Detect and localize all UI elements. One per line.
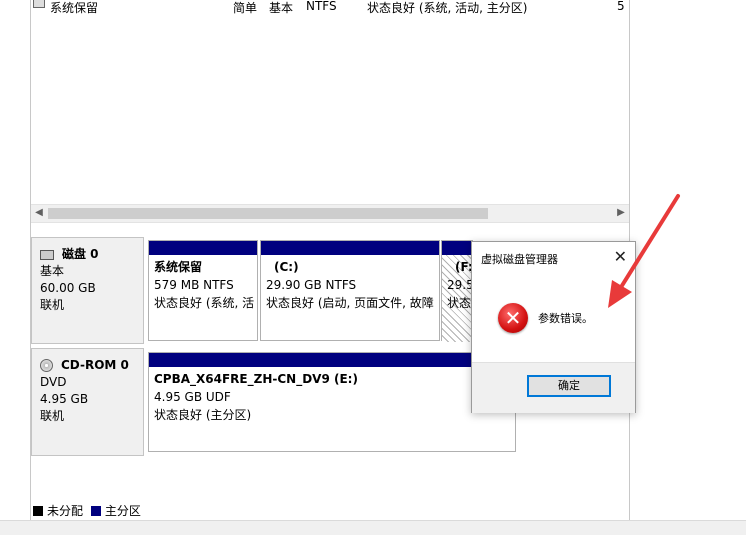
partition-title: (F: bbox=[455, 260, 472, 274]
partition-size: 29.90 GB NTFS bbox=[266, 278, 357, 292]
primary-partition-bar bbox=[261, 241, 439, 255]
partition-e[interactable]: CPBA_X64FRE_ZH-CN_DV9 (E:) 4.95 GB UDF 状… bbox=[148, 352, 516, 452]
row-status: 状态良好 (系统, 活动, 主分区) bbox=[367, 1, 528, 15]
disk-size: 60.00 GB bbox=[40, 281, 96, 295]
dialog-footer: 确定 bbox=[472, 362, 635, 413]
legend-primary: 主分区 bbox=[104, 504, 141, 518]
scroll-thumb[interactable] bbox=[48, 208, 488, 219]
row-truncated: 5 bbox=[617, 0, 625, 13]
primary-partition-bar bbox=[149, 241, 257, 255]
disk-state: 联机 bbox=[40, 409, 65, 423]
disk-name: 磁盘 0 bbox=[62, 247, 99, 261]
partition-f[interactable]: (F: 29.5 状态 bbox=[441, 240, 473, 342]
dialog-title: 虚拟磁盘管理器 bbox=[481, 253, 558, 266]
disk-name: CD-ROM 0 bbox=[61, 358, 129, 372]
partition-status: 状态良好 (主分区) bbox=[154, 408, 252, 422]
partition-status: 状态良好 (系统, 活 bbox=[154, 296, 255, 310]
row-type: 基本 bbox=[269, 1, 294, 15]
row-fs: NTFS bbox=[306, 0, 337, 13]
arrow-shaft bbox=[616, 194, 680, 294]
red-arrow-annotation bbox=[608, 194, 680, 308]
primary-swatch bbox=[90, 506, 101, 516]
horizontal-scrollbar[interactable]: ◀ ▶ bbox=[31, 204, 629, 223]
disk-kind: DVD bbox=[40, 375, 67, 389]
cdrom-0-label[interactable]: CD-ROM 0 DVD 4.95 GB 联机 bbox=[31, 348, 144, 456]
legend: 未分配 主分区 bbox=[33, 502, 141, 518]
disk-kind: 基本 bbox=[40, 264, 65, 278]
dialog-message: 参数错误。 bbox=[538, 312, 593, 325]
arrow-head bbox=[608, 280, 632, 308]
primary-partition-bar bbox=[149, 353, 515, 367]
hard-disk-icon bbox=[40, 249, 54, 260]
ok-button[interactable]: 确定 bbox=[527, 375, 611, 397]
partition-status: 状态良好 (启动, 页面文件, 故障 bbox=[266, 296, 434, 310]
partition-status: 状态 bbox=[447, 296, 472, 310]
primary-partition-bar bbox=[442, 241, 472, 255]
partition-title: CPBA_X64FRE_ZH-CN_DV9 (E:) bbox=[154, 372, 358, 386]
partition-size: 579 MB NTFS bbox=[154, 278, 234, 292]
status-bar bbox=[0, 520, 746, 535]
partition-system-reserved[interactable]: 系统保留 579 MB NTFS 状态良好 (系统, 活 bbox=[148, 240, 258, 341]
scroll-left-icon[interactable]: ◀ bbox=[32, 207, 46, 219]
unallocated-swatch bbox=[33, 506, 43, 516]
partition-c[interactable]: (C:) 29.90 GB NTFS 状态良好 (启动, 页面文件, 故障 bbox=[260, 240, 440, 341]
legend-unallocated: 未分配 bbox=[47, 504, 84, 518]
disk-size: 4.95 GB bbox=[40, 392, 89, 406]
error-icon: ✕ bbox=[498, 303, 528, 333]
volume-list-row[interactable]: 系统保留 简单 基本 NTFS 状态良好 (系统, 活动, 主分区) 5 bbox=[31, 0, 629, 16]
volume-list-pane[interactable]: 系统保留 简单 基本 NTFS 状态良好 (系统, 活动, 主分区) 5 ◀ ▶ bbox=[30, 0, 630, 226]
volume-icon bbox=[33, 0, 45, 8]
partition-size: 4.95 GB UDF bbox=[154, 390, 231, 404]
row-volume-name: 系统保留 bbox=[50, 1, 99, 15]
partition-title: (C:) bbox=[274, 260, 299, 274]
cd-rom-icon bbox=[40, 359, 53, 372]
row-layout: 简单 bbox=[233, 1, 258, 15]
partition-title: 系统保留 bbox=[154, 260, 203, 274]
disk-state: 联机 bbox=[40, 298, 65, 312]
disk-0-label[interactable]: 磁盘 0 基本 60.00 GB 联机 bbox=[31, 237, 144, 344]
partition-size: 29.5 bbox=[447, 278, 472, 292]
